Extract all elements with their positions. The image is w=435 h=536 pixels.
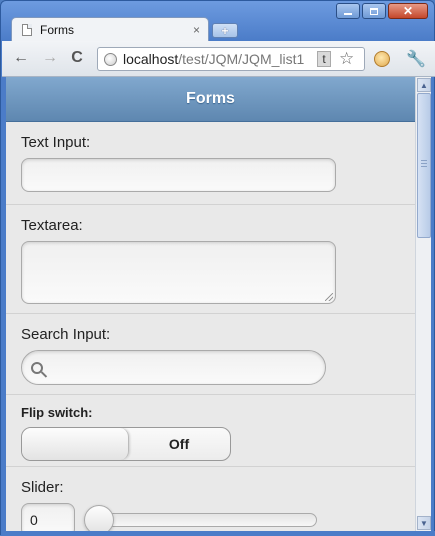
back-arrow-icon: ← <box>13 49 29 66</box>
page-viewport: Forms Text Input: Textarea: Search Input… <box>6 77 415 531</box>
url-host: localhost <box>123 51 179 67</box>
textarea-input[interactable] <box>21 241 336 304</box>
back-button[interactable]: ← <box>12 49 30 67</box>
tab-close-icon[interactable]: × <box>193 23 200 37</box>
tab-forms[interactable]: Forms × <box>11 17 209 41</box>
browser-toolbar: ← → C localhost/test/JQM/JQM_list1 t ☆ 🔧 <box>2 41 435 77</box>
flip-switch-label: Flip switch: <box>21 405 93 420</box>
globe-icon <box>104 52 117 66</box>
scroll-up-button[interactable]: ▲ <box>417 78 431 92</box>
resize-grip-icon[interactable] <box>325 293 333 301</box>
search-input-label: Search Input: <box>21 326 111 343</box>
window-bottom-border <box>1 531 435 536</box>
scroll-down-icon: ▼ <box>420 518 428 528</box>
extension-icon[interactable] <box>374 51 390 67</box>
slider-value-input[interactable]: 0 <box>21 503 75 531</box>
slider-row: 0 <box>21 503 400 531</box>
page-header: Forms <box>6 77 415 122</box>
tab-strip: Forms × + <box>1 15 434 41</box>
slider-label: Slider: <box>21 479 64 496</box>
text-input-label: Text Input: <box>21 134 91 151</box>
reload-button[interactable]: C <box>68 49 86 67</box>
text-input-field: Text Input: <box>6 122 415 205</box>
plus-icon: + <box>221 23 229 38</box>
reload-icon: C <box>71 49 83 66</box>
page-title: Forms <box>186 90 235 107</box>
vertical-scrollbar[interactable]: ▲ ▼ <box>415 77 431 531</box>
search-icon <box>31 361 43 374</box>
textarea-field: Textarea: <box>6 205 415 314</box>
search-input-field: Search Input: <box>6 314 415 395</box>
flip-switch-field: Flip switch: Off <box>6 395 415 467</box>
translate-icon[interactable]: t <box>317 51 331 67</box>
wrench-icon[interactable]: 🔧 <box>406 49 426 69</box>
address-bar[interactable]: localhost/test/JQM/JQM_list1 t ☆ <box>97 47 365 71</box>
bookmark-star-icon[interactable]: ☆ <box>339 49 354 69</box>
tab-title: Forms <box>40 22 74 37</box>
maximize-icon <box>370 7 378 15</box>
slider-track[interactable] <box>84 505 317 531</box>
flip-switch-state: Off <box>168 436 190 452</box>
flip-switch[interactable]: Off <box>21 427 231 461</box>
text-input[interactable] <box>21 158 336 192</box>
url-text[interactable]: localhost/test/JQM/JQM_list1 <box>123 51 313 67</box>
scroll-down-button[interactable]: ▼ <box>417 516 431 530</box>
slider-field: Slider: 0 <box>6 467 415 531</box>
new-tab-button[interactable]: + <box>212 23 238 38</box>
search-input[interactable] <box>21 350 326 385</box>
slider-handle[interactable] <box>84 505 114 531</box>
browser-window: ✕ Forms × + ← → C localhost/test/JQM/JQM… <box>0 0 435 536</box>
scroll-up-icon: ▲ <box>420 80 428 90</box>
flip-switch-handle[interactable] <box>22 428 129 460</box>
textarea-label: Textarea: <box>21 217 83 234</box>
forward-button[interactable]: → <box>41 49 59 67</box>
page-icon <box>22 23 32 36</box>
scroll-thumb[interactable] <box>417 93 431 238</box>
forward-arrow-icon: → <box>42 49 58 66</box>
url-path: /test/JQM/JQM_list1 <box>178 51 305 67</box>
